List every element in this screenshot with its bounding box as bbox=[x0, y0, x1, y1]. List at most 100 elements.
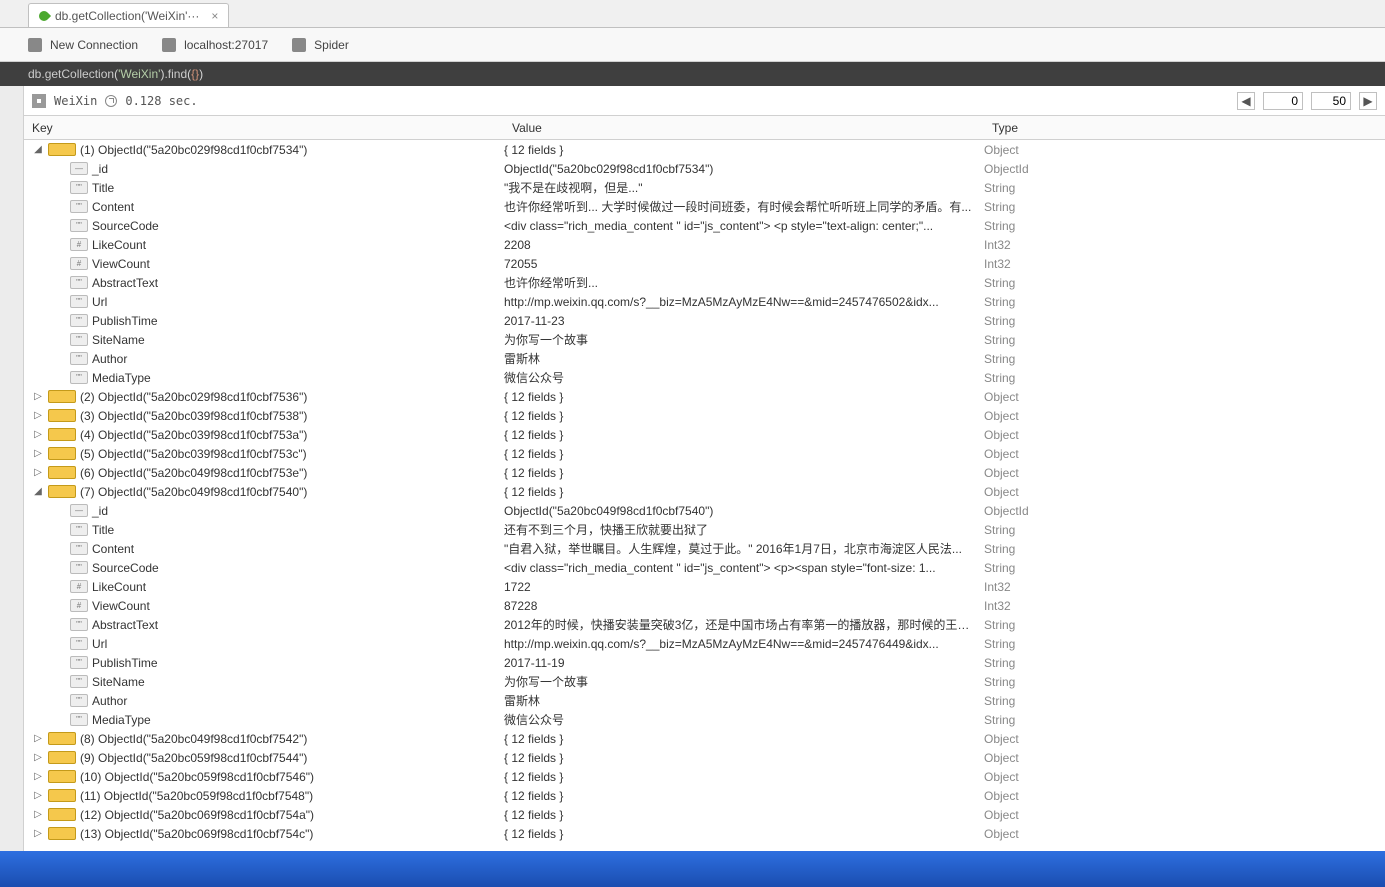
expand-icon[interactable]: ▷ bbox=[32, 771, 44, 782]
database-label[interactable]: Spider bbox=[314, 38, 349, 52]
expand-icon[interactable]: ▷ bbox=[32, 429, 44, 440]
expand-icon[interactable]: ▷ bbox=[32, 410, 44, 421]
row-type: Int32 bbox=[984, 599, 1385, 613]
tree-row[interactable]: ""MediaType微信公众号String bbox=[24, 710, 1385, 729]
expand-icon[interactable]: ▷ bbox=[32, 448, 44, 459]
object-badge-icon bbox=[48, 447, 76, 460]
row-type: Object bbox=[984, 466, 1385, 480]
new-connection-button[interactable]: New Connection bbox=[50, 38, 138, 52]
row-key: (2) ObjectId("5a20bc029f98cd1f0cbf7536") bbox=[80, 390, 307, 404]
mongo-leaf-icon bbox=[37, 8, 51, 22]
object-badge-icon bbox=[48, 789, 76, 802]
close-icon[interactable]: × bbox=[211, 9, 218, 23]
tree-row[interactable]: ▷(13) ObjectId("5a20bc069f98cd1f0cbf754c… bbox=[24, 824, 1385, 843]
expand-icon[interactable]: ▷ bbox=[32, 391, 44, 402]
field-type-icon: # bbox=[70, 599, 88, 612]
collapse-icon[interactable]: ◢ bbox=[32, 486, 44, 497]
collapse-icon[interactable]: ◢ bbox=[32, 144, 44, 155]
tree-row[interactable]: ▷(4) ObjectId("5a20bc039f98cd1f0cbf753a"… bbox=[24, 425, 1385, 444]
row-type: Object bbox=[984, 789, 1385, 803]
expand-icon[interactable]: ▷ bbox=[32, 790, 44, 801]
tree-row[interactable]: ""Urlhttp://mp.weixin.qq.com/s?__biz=MzA… bbox=[24, 634, 1385, 653]
page-next-button[interactable]: ▶ bbox=[1359, 92, 1377, 110]
expand-icon[interactable]: ▷ bbox=[32, 733, 44, 744]
row-key: (8) ObjectId("5a20bc049f98cd1f0cbf7542") bbox=[80, 732, 307, 746]
row-value: { 12 fields } bbox=[504, 751, 984, 765]
tree-row[interactable]: ""AbstractText2012年的时候，快播安装量突破3亿，还是中国市场占… bbox=[24, 615, 1385, 634]
row-value: { 12 fields } bbox=[504, 409, 984, 423]
os-taskbar bbox=[0, 851, 1385, 887]
tab-bar: db.getCollection('WeiXin'··· × bbox=[0, 0, 1385, 28]
tree-row[interactable]: ""SiteName为你写一个故事String bbox=[24, 672, 1385, 691]
tree-row[interactable]: ""SourceCode<div class="rich_media_conte… bbox=[24, 216, 1385, 235]
host-label[interactable]: localhost:27017 bbox=[184, 38, 268, 52]
field-type-icon: "" bbox=[70, 523, 88, 536]
tree-row[interactable]: —_idObjectId("5a20bc029f98cd1f0cbf7534")… bbox=[24, 159, 1385, 178]
tree-row[interactable]: ▷ (10) ObjectId("5a20bc059f98cd1f0cbf7546… bbox=[24, 767, 1385, 786]
header-value[interactable]: Value bbox=[504, 121, 984, 135]
tree-row[interactable]: ""AbstractText也许你经常听到...String bbox=[24, 273, 1385, 292]
row-value: http://mp.weixin.qq.com/s?__biz=MzA5MzAy… bbox=[504, 295, 984, 309]
object-badge-icon bbox=[48, 466, 76, 479]
expand-icon[interactable]: ▷ bbox=[32, 828, 44, 839]
tree-row[interactable]: ""Author雷斯林String bbox=[24, 349, 1385, 368]
tree-row[interactable]: ""PublishTime2017-11-23String bbox=[24, 311, 1385, 330]
header-key[interactable]: Key bbox=[24, 121, 504, 135]
tree-row[interactable]: #ViewCount72055Int32 bbox=[24, 254, 1385, 273]
row-value: 87228 bbox=[504, 599, 984, 613]
field-type-icon: "" bbox=[70, 656, 88, 669]
row-value: 2017-11-19 bbox=[504, 656, 984, 670]
tree-row[interactable]: ▷(3) ObjectId("5a20bc039f98cd1f0cbf7538"… bbox=[24, 406, 1385, 425]
row-value: 微信公众号 bbox=[504, 369, 984, 386]
tree-row[interactable]: ▷ (8) ObjectId("5a20bc049f98cd1f0cbf7542"… bbox=[24, 729, 1385, 748]
row-key: SourceCode bbox=[92, 219, 159, 233]
tree-row[interactable]: ""Author雷斯林String bbox=[24, 691, 1385, 710]
tree-row[interactable]: ◢(1) ObjectId("5a20bc029f98cd1f0cbf7534"… bbox=[24, 140, 1385, 159]
field-type-icon: "" bbox=[70, 561, 88, 574]
row-key: Author bbox=[92, 352, 127, 366]
object-badge-icon bbox=[48, 390, 76, 403]
row-key: _id bbox=[92, 162, 108, 176]
expand-icon[interactable]: ▷ bbox=[32, 752, 44, 763]
tree-row[interactable]: ▷(12) ObjectId("5a20bc069f98cd1f0cbf754a… bbox=[24, 805, 1385, 824]
row-key: PublishTime bbox=[92, 656, 158, 670]
tree-row[interactable]: —_idObjectId("5a20bc049f98cd1f0cbf7540")… bbox=[24, 501, 1385, 520]
tree-row[interactable]: ""Content也许你经常听到... 大学时候做过一段时间班委，有时候会帮忙听… bbox=[24, 197, 1385, 216]
row-type: String bbox=[984, 219, 1385, 233]
tree-row[interactable]: ◢ (7) ObjectId("5a20bc049f98cd1f0cbf7540"… bbox=[24, 482, 1385, 501]
row-key: (7) ObjectId("5a20bc049f98cd1f0cbf7540") bbox=[80, 485, 307, 499]
tree-row[interactable]: ▷(11) ObjectId("5a20bc059f98cd1f0cbf7548… bbox=[24, 786, 1385, 805]
tree-row[interactable]: ""Title"我不是在歧视啊，但是..."String bbox=[24, 178, 1385, 197]
result-tree[interactable]: ◢(1) ObjectId("5a20bc029f98cd1f0cbf7534"… bbox=[24, 140, 1385, 851]
tree-row[interactable]: ▷ (2) ObjectId("5a20bc029f98cd1f0cbf7536"… bbox=[24, 387, 1385, 406]
row-type: String bbox=[984, 276, 1385, 290]
row-value: { 12 fields } bbox=[504, 770, 984, 784]
expand-icon[interactable]: ▷ bbox=[32, 809, 44, 820]
page-prev-button[interactable]: ◀ bbox=[1237, 92, 1255, 110]
tree-row[interactable]: ""Urlhttp://mp.weixin.qq.com/s?__biz=MzA… bbox=[24, 292, 1385, 311]
editor-tab[interactable]: db.getCollection('WeiXin'··· × bbox=[28, 3, 229, 27]
tree-row[interactable]: #LikeCount2208Int32 bbox=[24, 235, 1385, 254]
tree-row[interactable]: ""SourceCode<div class="rich_media_conte… bbox=[24, 558, 1385, 577]
tree-row[interactable]: ""Content"自君入狱，举世瞩目。人生辉煌，莫过于此。" 2016年1月7… bbox=[24, 539, 1385, 558]
tree-row[interactable]: ""Title还有不到三个月，快播王欣就要出狱了String bbox=[24, 520, 1385, 539]
row-type: Object bbox=[984, 808, 1385, 822]
header-type[interactable]: Type bbox=[984, 121, 1385, 135]
row-key: (10) ObjectId("5a20bc059f98cd1f0cbf7546"… bbox=[80, 770, 314, 784]
query-bar[interactable]: db.getCollection('WeiXin').find({}) bbox=[0, 62, 1385, 86]
tree-row[interactable]: ""MediaType微信公众号String bbox=[24, 368, 1385, 387]
tree-row[interactable]: ""PublishTime2017-11-19String bbox=[24, 653, 1385, 672]
tree-row[interactable]: ▷(9) ObjectId("5a20bc059f98cd1f0cbf7544"… bbox=[24, 748, 1385, 767]
field-type-icon: "" bbox=[70, 694, 88, 707]
tree-row[interactable]: ▷(6) ObjectId("5a20bc049f98cd1f0cbf753e"… bbox=[24, 463, 1385, 482]
expand-icon[interactable]: ▷ bbox=[32, 467, 44, 478]
tree-row[interactable]: #ViewCount87228Int32 bbox=[24, 596, 1385, 615]
tree-row[interactable]: ""SiteName为你写一个故事String bbox=[24, 330, 1385, 349]
row-type: String bbox=[984, 181, 1385, 195]
tree-row[interactable]: #LikeCount1722Int32 bbox=[24, 577, 1385, 596]
tree-row[interactable]: ▷(5) ObjectId("5a20bc039f98cd1f0cbf753c"… bbox=[24, 444, 1385, 463]
page-from-input[interactable] bbox=[1263, 92, 1303, 110]
row-type: Int32 bbox=[984, 580, 1385, 594]
row-type: String bbox=[984, 542, 1385, 556]
page-size-input[interactable] bbox=[1311, 92, 1351, 110]
